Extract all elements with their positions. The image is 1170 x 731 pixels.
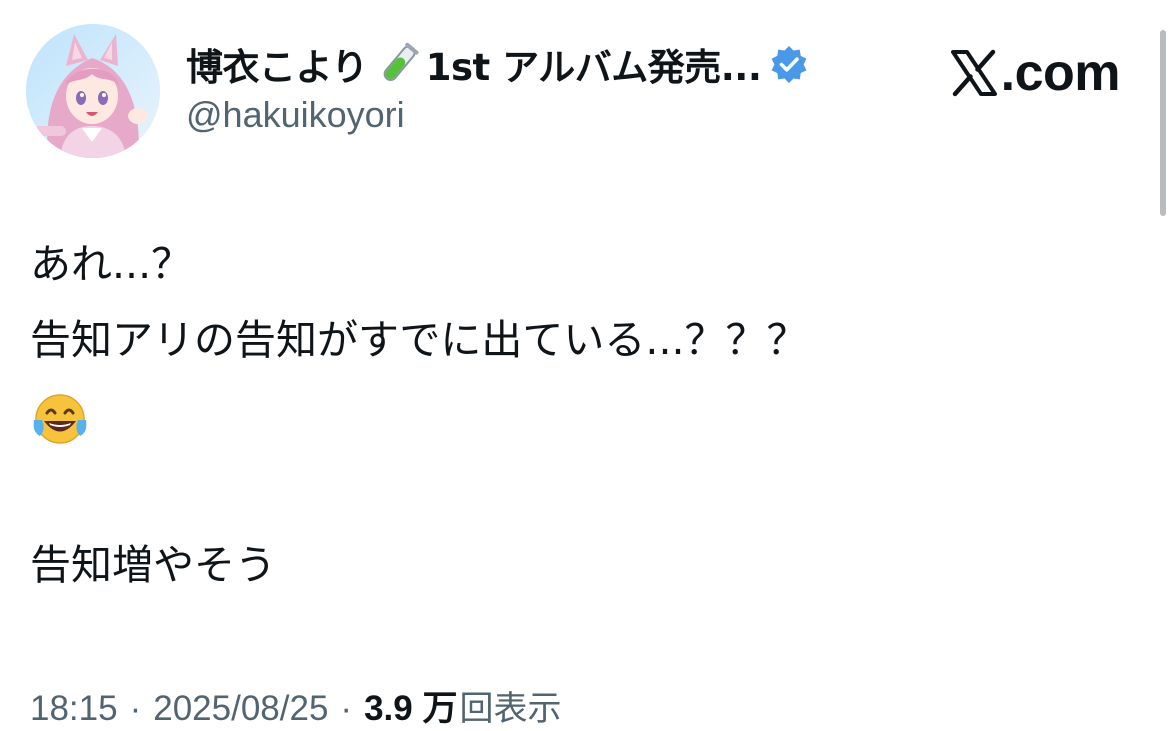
test-tube-icon xyxy=(374,39,424,89)
meta-separator: · xyxy=(129,689,142,728)
views-label: 回表示 xyxy=(459,689,562,729)
x-logo-icon xyxy=(949,48,999,98)
author-display-name[interactable]: 博衣こより xyxy=(186,37,368,91)
tweet-text-line: 告知アリの告知がすでに出ている...？？？ xyxy=(30,316,808,364)
scrollbar[interactable] xyxy=(1160,30,1166,216)
tweet-date[interactable]: 2025/08/25 xyxy=(153,689,328,729)
tweet-text-line: あれ...？ xyxy=(30,240,193,288)
meta-separator: · xyxy=(340,689,353,728)
author-display-name-suffix[interactable]: 1st アルバム発売... xyxy=(426,37,762,91)
avatar-image xyxy=(26,24,160,158)
author-handle[interactable]: @hakuikoyori xyxy=(186,94,405,136)
tweet-text-line: 告知増やそう xyxy=(30,541,276,589)
brand-domain-text: .com xyxy=(1000,44,1121,102)
author-name-row[interactable]: 博衣こより 1st アルバム発売... xyxy=(186,38,809,90)
tweet-screenshot: 博衣こより 1st アルバム発売... @hakuikoyori .com あれ… xyxy=(0,0,1170,731)
verified-badge-icon xyxy=(769,44,809,84)
brand-watermark: .com xyxy=(949,40,1121,106)
face-with-tears-of-joy-icon xyxy=(30,392,90,448)
views-count: 3.9 万 xyxy=(364,689,458,728)
avatar[interactable] xyxy=(26,24,160,158)
tweet-time[interactable]: 18:15 xyxy=(30,689,118,729)
tweet-meta: 18:15 · 2025/08/25 · 3.9 万 回表示 xyxy=(30,680,561,731)
